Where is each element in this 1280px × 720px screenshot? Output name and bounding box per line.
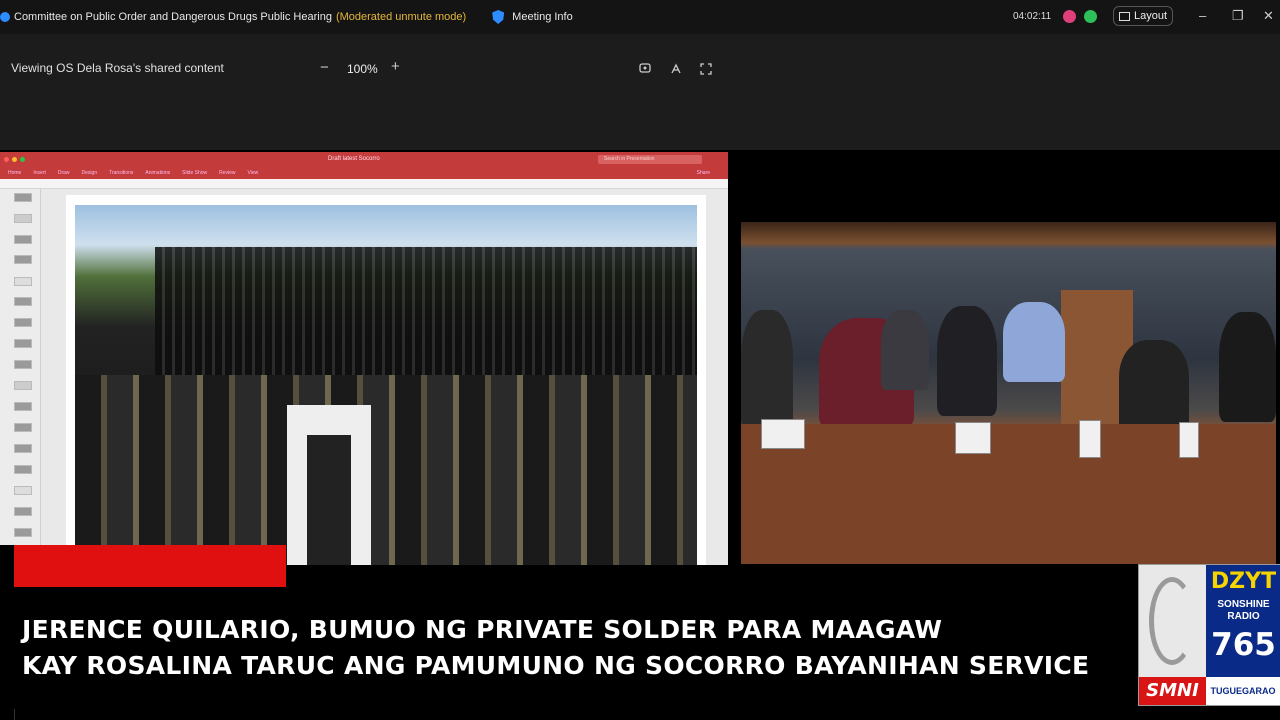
powerpoint-titlebar: Draft latest Socorro Search in Presentat… [0, 152, 728, 167]
slide-thumbnail [14, 486, 32, 495]
ppt-maximize-dot [20, 157, 25, 162]
hearing-video-feed [741, 222, 1276, 564]
annotate-icon[interactable] [639, 63, 651, 75]
headline-line-2: KAY ROSALINA TARUC ANG PAMUMUNO NG SOCOR… [22, 651, 1090, 680]
remote-control-icon[interactable] [670, 63, 682, 75]
slide-thumbnail [14, 297, 32, 306]
ppt-tab: Insert [33, 170, 46, 176]
meeting-info-button[interactable]: Meeting Info [512, 11, 573, 23]
attendee-figure [937, 306, 997, 416]
ppt-close-dot [4, 157, 9, 162]
slide-thumbnail [14, 255, 32, 264]
headline-line-1: JERENCE QUILARIO, BUMUO NG PRIVATE SOLDE… [22, 615, 943, 644]
ppt-document-title: Draft latest Socorro [328, 156, 380, 162]
layout-icon [1118, 11, 1130, 21]
photo-man-in-suit [287, 405, 371, 565]
photo-front-row [75, 375, 697, 565]
slide-thumbnail [14, 235, 32, 244]
zoom-out-button[interactable]: − [320, 59, 329, 76]
ppt-ribbon-tabs: Home Insert Draw Design Transitions Anim… [0, 167, 728, 179]
window-titlebar: Committee on Public Order and Dangerous … [0, 0, 1280, 34]
slide-thumbnail [14, 402, 32, 411]
nameplate [955, 422, 991, 454]
lower-third-ticker [14, 587, 1140, 709]
meeting-timer: 04:02:11 [1013, 11, 1052, 22]
slide-thumbnail [14, 423, 32, 432]
slide-thumbnail-pane [0, 189, 41, 565]
ppt-toolbar [0, 179, 728, 189]
attendee-figure [1219, 312, 1276, 422]
logo-frequency: 765 [1211, 627, 1276, 663]
logo-tagline-2: RADIO [1227, 611, 1260, 622]
ppt-tab: Animations [145, 170, 171, 176]
slide-thumbnail [14, 381, 32, 390]
attendee-figure [741, 310, 793, 430]
slide-thumbnail [14, 444, 32, 453]
slide-group-photo [75, 205, 697, 565]
security-indicator-icon[interactable] [1084, 10, 1097, 23]
slide-thumbnail [14, 214, 32, 223]
slide-thumbnail [14, 193, 32, 202]
restore-button[interactable]: ❐ [1232, 9, 1244, 23]
nameplate [1179, 422, 1199, 458]
slide-thumbnail [14, 277, 32, 286]
ppt-tab: Transitions [109, 170, 134, 176]
minimize-button[interactable]: – [1199, 9, 1206, 23]
close-button[interactable]: ✕ [1263, 9, 1274, 23]
logo-city: TUGUEGARAO [1206, 677, 1280, 705]
logo-tagline-1: SONSHINE [1217, 599, 1270, 610]
nameplate [1079, 420, 1101, 458]
lower-third-red-bar [14, 545, 286, 587]
logo-call-sign: DZYT [1210, 569, 1277, 594]
share-toolbar: Viewing OS Dela Rosa's shared content − … [0, 34, 1280, 150]
ppt-tab: Home [8, 170, 22, 176]
zoom-level: 100% [347, 62, 378, 76]
ppt-tab: Design [81, 170, 98, 176]
fullscreen-icon[interactable] [700, 63, 712, 75]
zoom-in-button[interactable]: + [391, 58, 400, 75]
ppt-tab: Review [219, 170, 236, 176]
ppt-tab: Draw [57, 170, 70, 176]
slide-thumbnail [14, 339, 32, 348]
slide-thumbnail [14, 507, 32, 516]
layout-button-label: Layout [1133, 10, 1168, 22]
attendee-figure [1003, 302, 1065, 382]
official-figure [1119, 340, 1189, 432]
recording-indicator-icon[interactable] [1063, 10, 1076, 23]
layout-button[interactable]: Layout [1113, 6, 1173, 26]
attendee-figure [881, 310, 929, 390]
meeting-title: Committee on Public Order and Dangerous … [14, 11, 332, 23]
nameplate [761, 419, 805, 449]
slide-thumbnail [14, 318, 32, 327]
shield-icon[interactable] [492, 10, 505, 24]
slide-thumbnail [14, 528, 32, 537]
frame-left-edge [0, 545, 15, 720]
logo-network: SMNI [1139, 677, 1206, 705]
slide-thumbnail [14, 465, 32, 474]
ppt-tab: Slide Show [182, 170, 208, 176]
ppt-tab: View [247, 170, 259, 176]
ppt-search-field: Search in Presentation [598, 155, 702, 164]
ppt-share-button: Share [696, 170, 710, 176]
ppt-minimize-dot [12, 157, 17, 162]
logo-emblem [1139, 565, 1206, 677]
slide-thumbnail [14, 360, 32, 369]
zoom-app-icon [0, 12, 10, 22]
viewing-shared-content-label: Viewing OS Dela Rosa's shared content [11, 61, 224, 75]
meeting-mode-label: (Moderated unmute mode) [335, 11, 467, 23]
station-logo: DZYT SONSHINE RADIO 765 SMNI TUGUEGARAO [1138, 564, 1280, 706]
